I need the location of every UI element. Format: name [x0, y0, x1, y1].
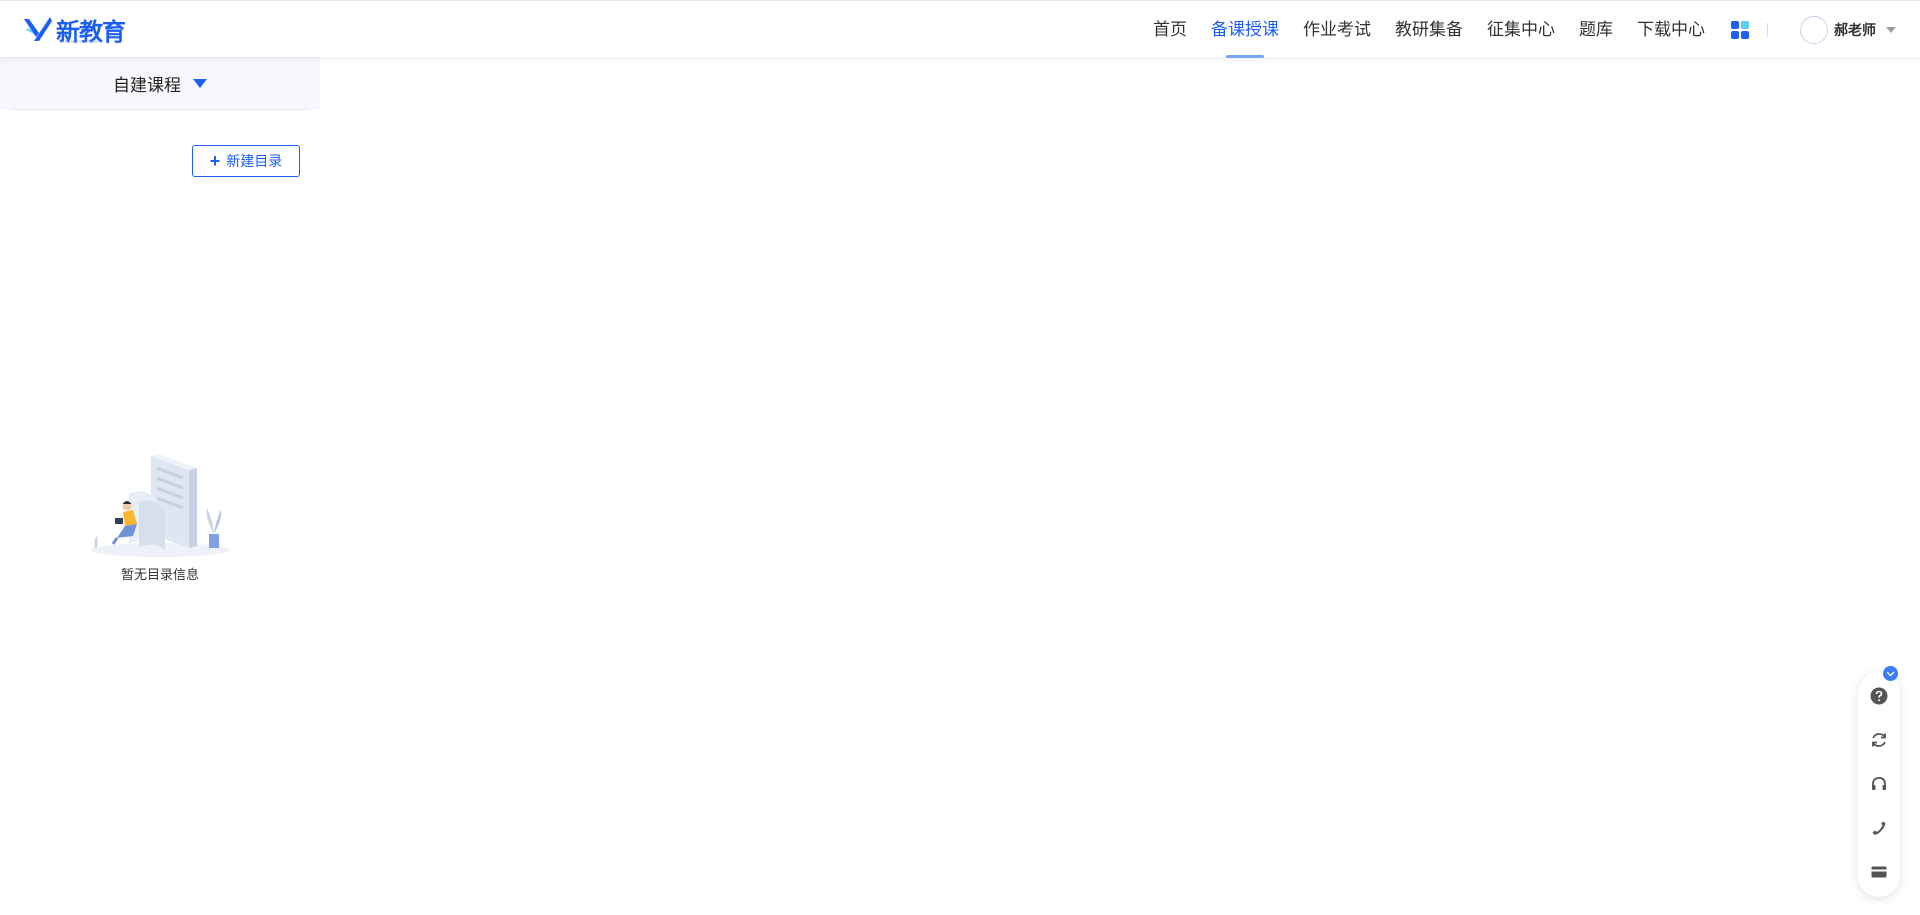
- refresh-icon: [1872, 733, 1886, 747]
- main-nav: 首页 备课授课 作业考试 教研集备 征集中心 题库 下载中心 郝老师: [1141, 1, 1920, 58]
- plus-icon: +: [209, 151, 221, 171]
- floating-toolbar: [1858, 672, 1900, 897]
- apps-grid-icon[interactable]: [1731, 20, 1749, 39]
- headset-icon: [1872, 777, 1886, 790]
- phone-button[interactable]: [1858, 810, 1900, 846]
- new-directory-label: 新建目录: [226, 153, 283, 169]
- help-button[interactable]: [1858, 678, 1900, 714]
- chevron-down-icon: [1886, 671, 1895, 676]
- card-button[interactable]: [1858, 854, 1900, 890]
- logo-mark-icon: [24, 17, 52, 41]
- nav-teaching-research[interactable]: 教研集备: [1383, 1, 1475, 58]
- top-navigation-bar: 新教育 XINJIAOYU.COM 首页 备课授课 作业考试 教研集备 征集中心…: [0, 0, 1920, 58]
- nav-question-bank[interactable]: 题库: [1567, 1, 1625, 58]
- nav-divider: [1767, 22, 1768, 37]
- nav-homework-exams[interactable]: 作业考试: [1291, 1, 1383, 58]
- empty-state: 暂无目录信息: [85, 452, 235, 583]
- card-icon: [1871, 866, 1887, 878]
- nav-download-center[interactable]: 下载中心: [1625, 1, 1717, 58]
- caret-down-icon[interactable]: [193, 79, 207, 88]
- directory-sidebar: 自建课程 + 新建目录 暂无目录信息: [0, 57, 320, 915]
- empty-state-text: 暂无目录信息: [120, 567, 199, 582]
- help-icon: [1870, 687, 1888, 705]
- chevron-down-icon[interactable]: [1886, 26, 1896, 33]
- user-menu[interactable]: 郝老师: [1800, 15, 1920, 44]
- course-selector-label[interactable]: 自建课程: [113, 71, 181, 96]
- empty-illustration-icon: [90, 454, 230, 557]
- refresh-button[interactable]: [1858, 722, 1900, 758]
- user-name[interactable]: 郝老师: [1834, 20, 1876, 40]
- nav-collection-center[interactable]: 征集中心: [1475, 1, 1567, 58]
- customer-service-button[interactable]: [1858, 766, 1900, 802]
- nav-home[interactable]: 首页: [1141, 1, 1199, 58]
- new-directory-button[interactable]: + 新建目录: [192, 145, 300, 177]
- phone-icon: [1872, 821, 1886, 835]
- collapse-toolbar-button[interactable]: [1883, 666, 1898, 681]
- nav-lesson-prep[interactable]: 备课授课: [1199, 1, 1291, 58]
- brand-subtitle: XINJIAOYU.COM: [60, 39, 99, 44]
- avatar[interactable]: [1800, 15, 1828, 44]
- course-selector[interactable]: 自建课程: [0, 57, 320, 110]
